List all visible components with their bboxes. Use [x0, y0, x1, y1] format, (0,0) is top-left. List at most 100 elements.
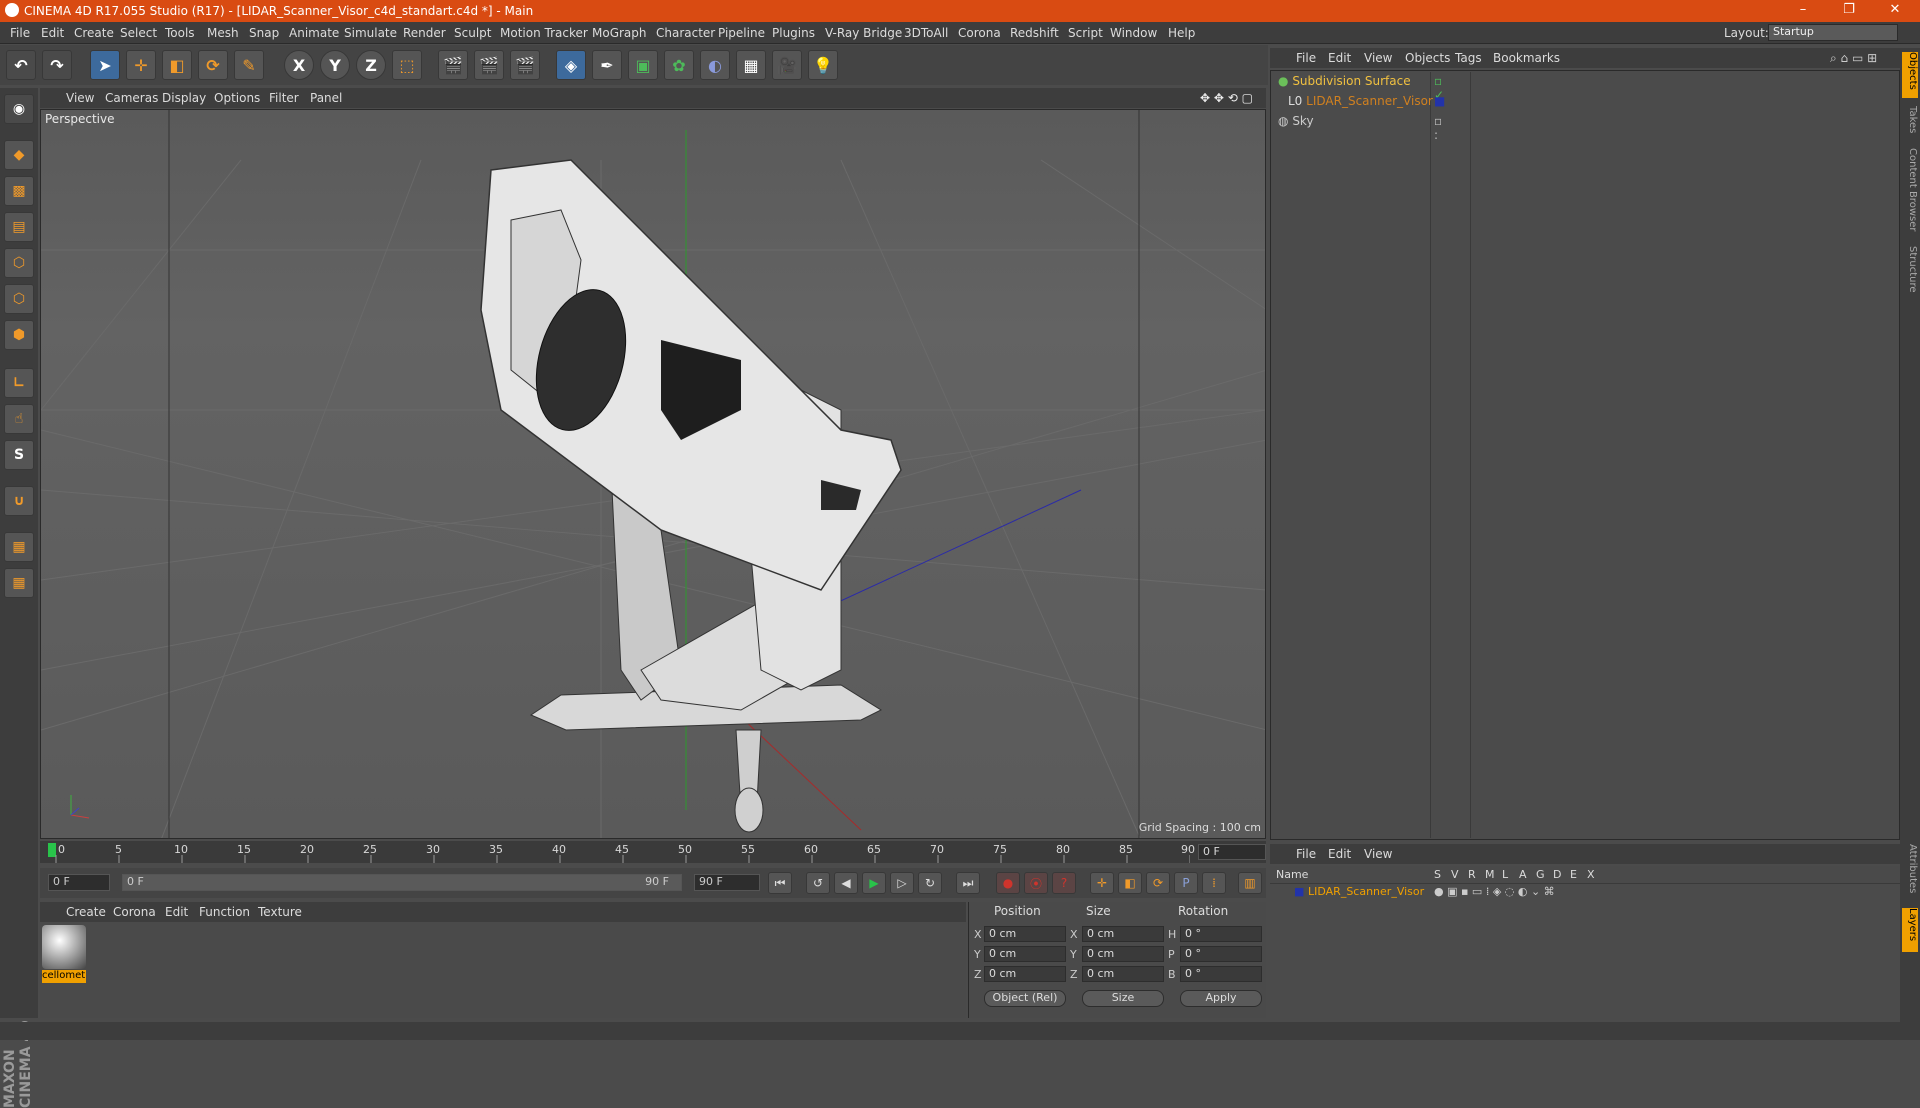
menu-select[interactable]: Select — [120, 26, 157, 40]
deformer-icon[interactable]: ◐ — [700, 50, 730, 80]
next-key-icon[interactable]: ↻ — [918, 872, 942, 894]
obj-menu-file[interactable]: File — [1296, 51, 1316, 65]
mat-menu-corona[interactable]: Corona — [113, 905, 156, 919]
current-frame-field[interactable]: 0 F — [1198, 844, 1266, 860]
pen-spline-icon[interactable]: ✒ — [592, 50, 622, 80]
mat-menu-create[interactable]: Create — [66, 905, 106, 919]
points-mode-icon[interactable]: ⬡ — [4, 248, 34, 278]
object-row-subdivision[interactable]: ● Subdivision Surface ▫ ✓ — [1278, 74, 1444, 102]
viewport-nav-icons[interactable]: ✥ ✥ ⟲ ▢ — [1200, 91, 1253, 105]
floor-icon[interactable]: ▦ — [736, 50, 766, 80]
menu-tools[interactable]: Tools — [165, 26, 195, 40]
layer-col-g[interactable]: G — [1536, 868, 1545, 881]
coordinate-system-icon[interactable]: ⬚ — [392, 50, 422, 80]
coordinate-mode-dropdown[interactable]: Object (Rel) — [984, 990, 1066, 1007]
obj-search-icons[interactable]: ⌕ ⌂ ▭ ⊞ — [1830, 51, 1877, 66]
layer-row[interactable]: ■ LIDAR_Scanner_Visor ● ▣ ▪ ▭ ⁞ ◈ ◌ ◐ ⌄ … — [1270, 884, 1900, 900]
redo-icon[interactable]: ↷ — [42, 50, 72, 80]
layer-col-e[interactable]: E — [1570, 868, 1577, 881]
menu-motion-tracker[interactable]: Motion Tracker — [500, 26, 588, 40]
viewport-menu-view[interactable]: View — [66, 91, 94, 105]
texture-mode-icon[interactable]: ▩ — [4, 176, 34, 206]
timeline-ruler[interactable]: 0 5 10 15 20 25 30 35 40 45 50 55 60 65 … — [40, 841, 1266, 863]
object-row-sky[interactable]: ◍ Sky ▫ : — [1278, 114, 1442, 142]
render-settings-icon[interactable]: 🎬 — [510, 50, 540, 80]
y-axis-lock-button[interactable]: Y — [320, 50, 350, 80]
menu-3dtoall[interactable]: 3DToAll — [904, 26, 948, 40]
tab-takes[interactable]: Takes — [1902, 106, 1918, 140]
rotation-p-field[interactable]: 0 ° — [1180, 946, 1262, 962]
menu-create[interactable]: Create — [74, 26, 114, 40]
viewport-menu-display[interactable]: Display — [162, 91, 206, 105]
viewport-menu-filter[interactable]: Filter — [269, 91, 299, 105]
model-mode-icon[interactable]: ◆ — [4, 140, 34, 170]
menu-window[interactable]: Window — [1110, 26, 1157, 40]
recent-tool-icon[interactable]: ✎ — [234, 50, 264, 80]
menu-simulate[interactable]: Simulate — [344, 26, 397, 40]
menu-help[interactable]: Help — [1168, 26, 1195, 40]
subdivision-surface-icon[interactable]: ▣ — [628, 50, 658, 80]
timeline-window-icon[interactable]: ▥ — [1238, 872, 1262, 894]
z-axis-lock-button[interactable]: Z — [356, 50, 386, 80]
render-picture-viewer-icon[interactable]: 🎬 — [474, 50, 504, 80]
tab-objects[interactable]: Objects — [1902, 52, 1918, 98]
make-editable-icon[interactable]: ◉ — [4, 94, 34, 124]
tab-content-browser[interactable]: Content Browser — [1902, 148, 1918, 240]
position-x-field[interactable]: 0 cm — [984, 926, 1066, 942]
play-icon[interactable]: ▶ — [862, 872, 886, 894]
move-pointer-icon[interactable]: ➤ — [90, 50, 120, 80]
menu-mograph[interactable]: MoGraph — [592, 26, 647, 40]
menu-snap[interactable]: Snap — [249, 26, 279, 40]
menu-plugins[interactable]: Plugins — [772, 26, 815, 40]
object-row-lidar[interactable]: L0 LIDAR_Scanner_Visor ■ — [1288, 94, 1445, 112]
snap-icon[interactable]: ∪ — [4, 486, 34, 516]
record-icon[interactable]: ● — [996, 872, 1020, 894]
layer-flag-icons[interactable]: ● ▣ ▪ ▭ ⁞ ◈ ◌ ◐ ⌄ ⌘ — [1434, 885, 1555, 898]
material-name-label[interactable]: cellomet — [42, 970, 86, 983]
tweak-mode-icon[interactable]: ☝ — [4, 404, 34, 434]
tab-layers[interactable]: Layers — [1902, 908, 1918, 952]
menu-vray-bridge[interactable]: V-Ray Bridge — [825, 26, 902, 40]
start-frame-field[interactable]: 0 F — [48, 874, 110, 891]
frame-range-slider[interactable]: 0 F 90 F — [122, 874, 682, 891]
camera-icon[interactable]: 🎥 — [772, 50, 802, 80]
rotate-tool-icon[interactable]: ⟳ — [198, 50, 228, 80]
position-y-field[interactable]: 0 cm — [984, 946, 1066, 962]
next-frame-icon[interactable]: ▷ — [890, 872, 914, 894]
keyframe-selection-icon[interactable]: ? — [1052, 872, 1076, 894]
layout-dropdown[interactable]: Startup — [1768, 24, 1898, 41]
x-axis-lock-button[interactable]: X — [284, 50, 314, 80]
layer-col-m[interactable]: M — [1485, 868, 1495, 881]
viewport-menu-cameras[interactable]: Cameras — [105, 91, 158, 105]
size-y-field[interactable]: 0 cm — [1082, 946, 1164, 962]
tab-structure[interactable]: Structure — [1902, 246, 1918, 300]
menu-edit[interactable]: Edit — [41, 26, 64, 40]
obj-menu-edit[interactable]: Edit — [1328, 51, 1351, 65]
material-thumbnail[interactable] — [42, 925, 86, 969]
key-point-level-icon[interactable]: ⁞ — [1202, 872, 1226, 894]
size-x-field[interactable]: 0 cm — [1082, 926, 1164, 942]
obj-menu-objects[interactable]: Objects — [1405, 51, 1450, 65]
layer-col-a[interactable]: A — [1519, 868, 1527, 881]
perspective-viewport[interactable]: Perspective Grid Spacing : 100 cm — [40, 109, 1266, 839]
mat-menu-edit[interactable]: Edit — [165, 905, 188, 919]
tab-attributes[interactable]: Attributes — [1902, 844, 1918, 904]
axis-mode-icon[interactable]: ∟ — [4, 368, 34, 398]
menu-script[interactable]: Script — [1068, 26, 1103, 40]
mat-menu-function[interactable]: Function — [199, 905, 250, 919]
go-to-end-icon[interactable]: ⏭ — [956, 872, 980, 894]
restore-button[interactable]: ❐ — [1826, 2, 1872, 20]
planar-workplane-icon[interactable]: ▦ — [4, 568, 34, 598]
menu-pipeline[interactable]: Pipeline — [718, 26, 765, 40]
undo-icon[interactable]: ↶ — [6, 50, 36, 80]
visibility-dots-icon[interactable]: ▫ : — [1434, 114, 1442, 142]
layer-menu-view[interactable]: View — [1364, 847, 1392, 861]
rotation-h-field[interactable]: 0 ° — [1180, 926, 1262, 942]
layer-col-l[interactable]: L — [1502, 868, 1508, 881]
layer-col-s[interactable]: S — [1434, 868, 1441, 881]
obj-menu-bookmarks[interactable]: Bookmarks — [1493, 51, 1560, 65]
viewport-menu-panel[interactable]: Panel — [310, 91, 342, 105]
render-view-icon[interactable]: 🎬 — [438, 50, 468, 80]
size-z-field[interactable]: 0 cm — [1082, 966, 1164, 982]
layer-col-v[interactable]: V — [1451, 868, 1459, 881]
